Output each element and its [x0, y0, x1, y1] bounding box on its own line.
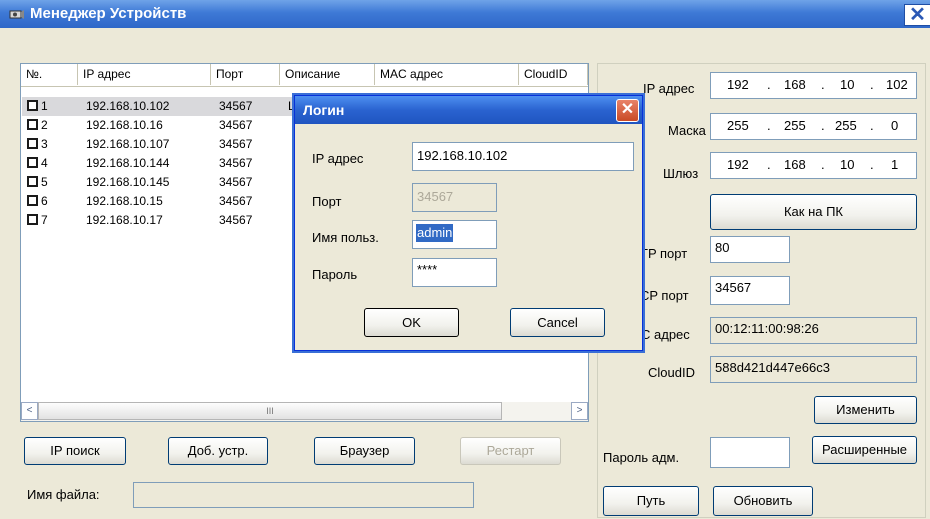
- gateway-octet-2: 168: [784, 157, 806, 172]
- tcp-port-label: CP порт: [640, 288, 689, 303]
- like-pc-button[interactable]: Как на ПК: [710, 194, 917, 230]
- gateway-field[interactable]: 192 . 168 . 10 . 1: [710, 152, 917, 179]
- device-list-header: №. IP адрес Порт Описание MAC адрес Clou…: [21, 64, 588, 87]
- row-port: 34567: [219, 99, 253, 113]
- ip-search-button[interactable]: IP поиск: [24, 437, 126, 465]
- row-checkbox[interactable]: [27, 214, 38, 225]
- cloudid-label: CloudID: [648, 365, 695, 380]
- ip-octet-4: 102: [886, 77, 908, 92]
- restart-button[interactable]: Рестарт: [460, 437, 561, 465]
- row-number: 3: [41, 137, 48, 151]
- window-titlebar: Менеджер Устройств: [0, 0, 930, 28]
- add-device-button[interactable]: Доб. устр.: [168, 437, 268, 465]
- row-number: 4: [41, 156, 48, 170]
- mask-octet-3: 255: [835, 118, 857, 133]
- ip-octet-1: 192: [727, 77, 749, 92]
- row-ip: 192.168.10.17: [86, 213, 163, 227]
- row-checkbox[interactable]: [27, 157, 38, 168]
- filename-field[interactable]: [133, 482, 474, 508]
- gateway-octet-1: 192: [727, 157, 749, 172]
- http-port-label: TP порт: [640, 246, 688, 261]
- browser-button[interactable]: Браузер: [314, 437, 415, 465]
- mask-octet-1: 255: [727, 118, 749, 133]
- login-dialog-title: Логин: [303, 102, 345, 118]
- cloudid-field[interactable]: 588d421d447e66c3: [710, 356, 917, 383]
- column-cloudid[interactable]: CloudID: [519, 64, 588, 85]
- login-ok-button[interactable]: OK: [364, 308, 459, 337]
- row-checkbox[interactable]: [27, 138, 38, 149]
- row-checkbox[interactable]: [27, 119, 38, 130]
- login-dialog: Логин ✕ IP адрес 192.168.10.102 Порт 345…: [294, 95, 643, 351]
- gateway-octet-3: 10: [840, 157, 855, 172]
- path-button[interactable]: Путь: [603, 486, 699, 516]
- gateway-label: Шлюз: [663, 166, 699, 181]
- login-ip-label: IP адрес: [312, 151, 364, 166]
- window-title: Менеджер Устройств: [30, 5, 187, 22]
- row-port: 34567: [219, 175, 253, 189]
- admin-password-field[interactable]: [710, 437, 790, 468]
- mask-octet-2: 255: [784, 118, 806, 133]
- row-ip: 192.168.10.144: [86, 156, 170, 170]
- login-ip-field[interactable]: 192.168.10.102: [412, 142, 634, 171]
- row-port: 34567: [219, 213, 253, 227]
- ip-octet-2: 168: [784, 77, 806, 92]
- row-port: 34567: [219, 156, 253, 170]
- login-password-field[interactable]: ****: [412, 258, 497, 287]
- scrollbar-grip-icon: III: [266, 406, 274, 416]
- column-description[interactable]: Описание: [280, 64, 375, 85]
- scroll-right-icon[interactable]: >: [571, 402, 588, 420]
- column-number[interactable]: №.: [21, 64, 78, 85]
- row-number: 5: [41, 175, 48, 189]
- row-number: 6: [41, 194, 48, 208]
- ip-octet-3: 10: [840, 77, 855, 92]
- login-close-icon[interactable]: ✕: [616, 99, 639, 122]
- login-username-value: admin: [416, 224, 454, 242]
- change-button[interactable]: Изменить: [814, 396, 917, 424]
- filename-label: Имя файла:: [27, 487, 100, 502]
- login-username-field[interactable]: admin: [412, 220, 497, 249]
- admin-password-label: Пароль адм.: [603, 450, 680, 465]
- row-ip: 192.168.10.145: [86, 175, 170, 189]
- row-checkbox[interactable]: [27, 176, 38, 187]
- row-ip: 192.168.10.107: [86, 137, 170, 151]
- horizontal-scrollbar[interactable]: < III >: [21, 402, 588, 421]
- column-port[interactable]: Порт: [211, 64, 280, 85]
- row-number: 7: [41, 213, 48, 227]
- row-ip: 192.168.10.15: [86, 194, 163, 208]
- row-port: 34567: [219, 118, 253, 132]
- ip-field[interactable]: 192 . 168 . 10 . 102: [710, 72, 917, 99]
- row-number: 2: [41, 118, 48, 132]
- device-manager-icon: [9, 10, 24, 19]
- mask-field[interactable]: 255 . 255 . 255 . 0: [710, 113, 917, 140]
- login-password-label: Пароль: [312, 267, 358, 282]
- row-port: 34567: [219, 194, 253, 208]
- row-checkbox[interactable]: [27, 100, 38, 111]
- ip-label: IP адрес: [643, 81, 695, 96]
- row-checkbox[interactable]: [27, 195, 38, 206]
- http-port-field[interactable]: 80: [710, 236, 790, 263]
- gateway-octet-4: 1: [891, 157, 899, 172]
- row-port: 34567: [219, 137, 253, 151]
- row-ip: 192.168.10.16: [86, 118, 163, 132]
- mask-octet-4: 0: [891, 118, 899, 133]
- window-close-button[interactable]: ✕: [904, 4, 930, 26]
- update-button[interactable]: Обновить: [713, 486, 813, 516]
- mac-label: C адрес: [641, 327, 690, 342]
- scrollbar-thumb[interactable]: III: [38, 402, 502, 420]
- scroll-left-icon[interactable]: <: [21, 402, 38, 420]
- tcp-port-field[interactable]: 34567: [710, 276, 790, 305]
- mask-label: Маска: [668, 123, 706, 138]
- mac-field[interactable]: 00:12:11:00:98:26: [710, 317, 917, 344]
- login-port-field[interactable]: 34567: [412, 183, 497, 212]
- login-dialog-titlebar: Логин ✕: [295, 96, 642, 124]
- login-username-label: Имя польз.: [312, 230, 379, 245]
- row-number: 1: [41, 99, 48, 113]
- row-ip: 192.168.10.102: [86, 99, 170, 113]
- login-cancel-button[interactable]: Cancel: [510, 308, 605, 337]
- column-mac[interactable]: MAC адрес: [375, 64, 519, 85]
- login-port-label: Порт: [312, 194, 342, 209]
- column-ip[interactable]: IP адрес: [78, 64, 211, 85]
- advanced-button[interactable]: Расширенные: [812, 436, 917, 464]
